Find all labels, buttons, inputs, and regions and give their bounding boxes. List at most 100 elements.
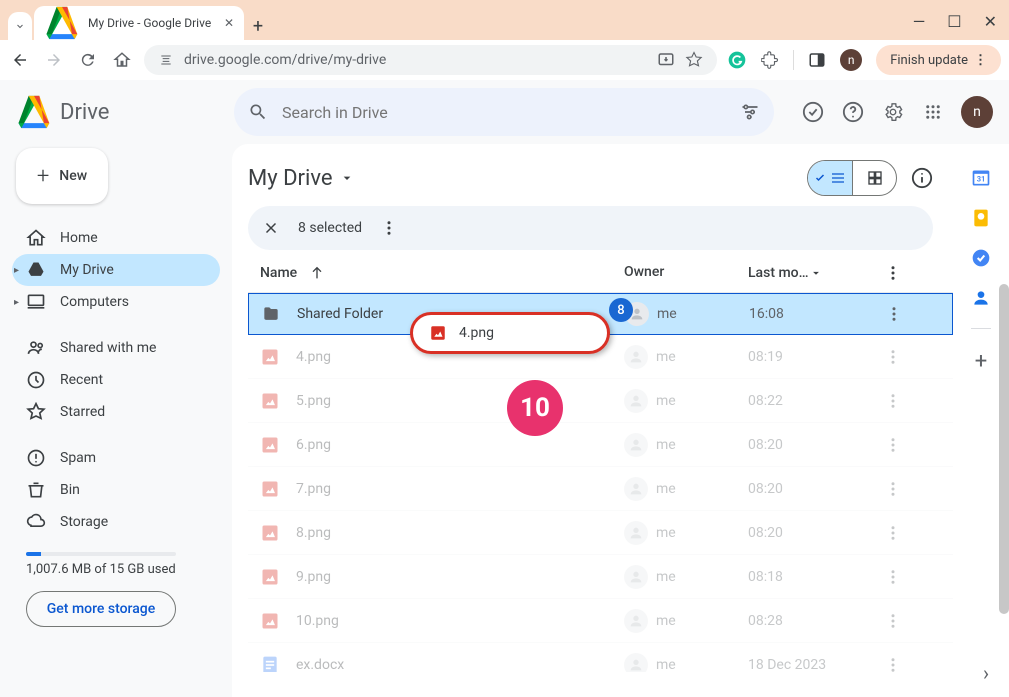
tasks-addon-icon[interactable] bbox=[971, 248, 991, 268]
row-more-icon[interactable] bbox=[879, 305, 909, 323]
sidebar-item-starred[interactable]: Starred bbox=[12, 396, 220, 428]
image-icon bbox=[260, 435, 280, 455]
minimize-icon[interactable]: — bbox=[913, 12, 926, 31]
view-toggle[interactable] bbox=[807, 160, 897, 196]
modified-cell: 16:08 bbox=[749, 306, 879, 322]
storage-usage-text: 1,007.6 MB of 15 GB used bbox=[26, 562, 206, 577]
sidebar-item-home[interactable]: Home bbox=[12, 222, 220, 254]
row-more-icon[interactable] bbox=[878, 436, 908, 454]
expand-icon[interactable]: ▸ bbox=[14, 265, 19, 276]
selection-more-icon[interactable] bbox=[380, 219, 398, 237]
sidebar-item-spam[interactable]: Spam bbox=[12, 442, 220, 474]
get-more-storage-button[interactable]: Get more storage bbox=[26, 591, 176, 627]
file-name: 7.png bbox=[296, 481, 624, 497]
home-icon bbox=[26, 228, 46, 248]
file-row[interactable]: 7.pngme08:20 bbox=[248, 467, 953, 511]
settings-icon[interactable] bbox=[881, 100, 905, 124]
modified-cell: 08:20 bbox=[748, 481, 878, 497]
clear-selection-icon[interactable] bbox=[262, 219, 280, 237]
grammarly-icon[interactable] bbox=[727, 50, 747, 70]
expand-icon[interactable]: ▸ bbox=[14, 297, 19, 308]
sidebar: + New Home ▸ My Drive ▸ Computers Shared bbox=[0, 144, 232, 697]
row-more-icon[interactable] bbox=[878, 480, 908, 498]
browser-tab[interactable]: My Drive - Google Drive ✕ bbox=[34, 6, 244, 40]
col-owner-label[interactable]: Owner bbox=[624, 264, 664, 280]
account-avatar[interactable]: n bbox=[961, 96, 993, 128]
get-addons-icon[interactable]: + bbox=[971, 349, 991, 369]
side-panel-collapse-icon[interactable]: › bbox=[983, 661, 989, 685]
drive-icon bbox=[26, 260, 46, 280]
star-icon bbox=[26, 402, 46, 422]
profile-avatar-sm[interactable]: n bbox=[840, 49, 862, 71]
owner-cell: me bbox=[624, 345, 748, 369]
new-button[interactable]: + New bbox=[16, 148, 108, 204]
file-row[interactable]: 10.pngme08:28 bbox=[248, 599, 953, 643]
scrollbar[interactable] bbox=[999, 284, 1009, 614]
install-app-icon[interactable] bbox=[657, 51, 675, 69]
modified-dropdown-icon[interactable] bbox=[809, 266, 823, 280]
owner-avatar-icon bbox=[624, 565, 648, 589]
row-more-icon[interactable] bbox=[878, 524, 908, 542]
sidebar-item-computers[interactable]: ▸ Computers bbox=[12, 286, 220, 318]
col-name-label[interactable]: Name bbox=[260, 265, 297, 281]
search-box[interactable] bbox=[234, 88, 774, 136]
search-options-icon[interactable] bbox=[740, 102, 760, 122]
sort-asc-icon[interactable] bbox=[309, 265, 325, 281]
grid-view-button[interactable] bbox=[852, 161, 896, 195]
extensions-icon[interactable] bbox=[761, 51, 779, 69]
sidebar-item-storage[interactable]: Storage bbox=[12, 506, 220, 538]
search-input[interactable] bbox=[282, 103, 726, 122]
list-view-button[interactable] bbox=[808, 161, 852, 195]
new-tab-button[interactable]: + bbox=[244, 12, 272, 40]
row-more-icon[interactable] bbox=[878, 392, 908, 410]
tab-close-icon[interactable]: ✕ bbox=[224, 16, 234, 30]
file-name: 5.png bbox=[296, 393, 624, 409]
tabs-dropdown[interactable] bbox=[8, 12, 32, 40]
row-more-icon[interactable] bbox=[878, 568, 908, 586]
back-button[interactable] bbox=[8, 48, 32, 72]
sidebar-item-shared[interactable]: Shared with me bbox=[12, 332, 220, 364]
col-more-icon[interactable] bbox=[884, 264, 902, 282]
file-row[interactable]: 8.pngme08:20 bbox=[248, 511, 953, 555]
url-text: drive.google.com/drive/my-drive bbox=[184, 52, 386, 68]
apps-icon[interactable] bbox=[921, 100, 945, 124]
calendar-addon-icon[interactable]: 31 bbox=[971, 168, 991, 188]
drive-favicon bbox=[44, 5, 80, 41]
col-modified-label[interactable]: Last mo… bbox=[748, 265, 809, 281]
address-bar[interactable]: drive.google.com/drive/my-drive bbox=[144, 45, 717, 75]
details-icon[interactable] bbox=[911, 167, 933, 189]
ready-offline-icon[interactable] bbox=[801, 100, 825, 124]
home-button[interactable] bbox=[110, 48, 134, 72]
drive-logo-text: Drive bbox=[60, 100, 109, 125]
modified-cell: 08:20 bbox=[748, 525, 878, 541]
maximize-icon[interactable]: ☐ bbox=[947, 12, 961, 31]
row-more-icon[interactable] bbox=[878, 348, 908, 366]
keep-addon-icon[interactable] bbox=[971, 208, 991, 228]
file-row[interactable]: 6.pngme08:20 bbox=[248, 423, 953, 467]
breadcrumb[interactable]: My Drive bbox=[248, 166, 355, 191]
help-icon[interactable] bbox=[841, 100, 865, 124]
forward-button[interactable] bbox=[42, 48, 66, 72]
owner-cell: me bbox=[624, 433, 748, 457]
reload-button[interactable] bbox=[76, 48, 100, 72]
contacts-addon-icon[interactable] bbox=[971, 288, 991, 308]
file-row[interactable]: ex.docxme18 Dec 2023 bbox=[248, 643, 953, 672]
close-window-icon[interactable]: ✕ bbox=[984, 12, 997, 31]
sidebar-item-recent[interactable]: Recent bbox=[12, 364, 220, 396]
selection-count: 8 selected bbox=[298, 220, 362, 236]
file-name: 9.png bbox=[296, 569, 624, 585]
bookmark-star-icon[interactable] bbox=[685, 51, 703, 69]
file-row[interactable]: 9.pngme08:18 bbox=[248, 555, 953, 599]
browser-chrome: My Drive - Google Drive ✕ + — ☐ ✕ drive.… bbox=[0, 0, 1009, 80]
file-row[interactable]: 5.pngme08:22 bbox=[248, 379, 953, 423]
side-panel-icon[interactable] bbox=[808, 51, 826, 69]
sidebar-item-bin[interactable]: Bin bbox=[12, 474, 220, 506]
site-info-icon[interactable] bbox=[158, 52, 174, 68]
drive-logo[interactable]: Drive bbox=[16, 94, 226, 130]
row-more-icon[interactable] bbox=[878, 612, 908, 630]
row-more-icon[interactable] bbox=[878, 656, 908, 673]
check-icon bbox=[814, 172, 826, 184]
sidebar-item-my-drive[interactable]: ▸ My Drive bbox=[12, 254, 220, 286]
selection-bar: 8 selected bbox=[248, 206, 933, 250]
finish-update-chip[interactable]: Finish update⋮ bbox=[876, 45, 1001, 75]
